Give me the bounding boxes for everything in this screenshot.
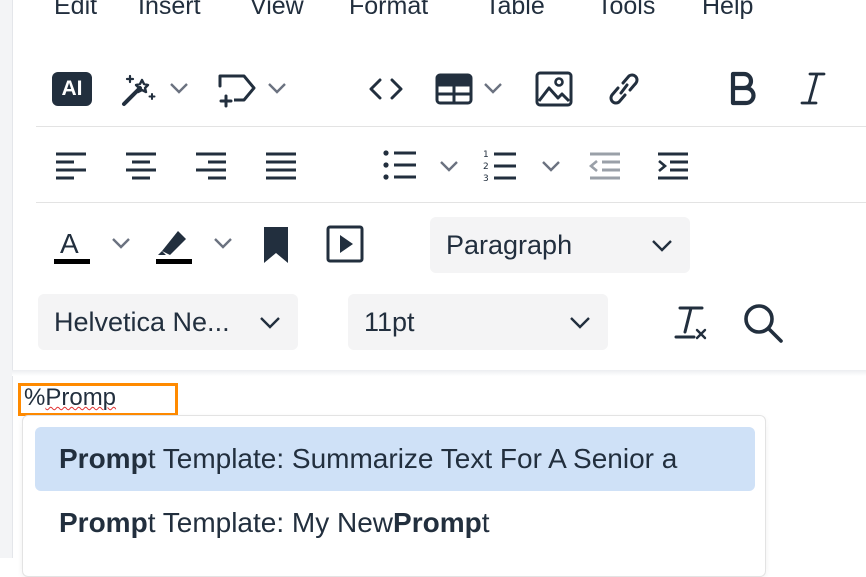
match-highlight: Promp	[59, 443, 148, 474]
font-size-value: 11pt	[364, 306, 415, 337]
chevron-down-icon	[652, 240, 672, 252]
chevron-down-icon	[214, 238, 232, 249]
highlight-color-button[interactable]	[154, 223, 194, 265]
autocomplete-menu: Promp t Template: Summarize Text For A Se…	[22, 415, 766, 577]
chevron-down-icon	[440, 161, 458, 172]
text-color-icon: A	[54, 228, 90, 264]
source-code-button[interactable]	[368, 74, 404, 104]
insert-template-button[interactable]	[216, 72, 258, 108]
menu-table[interactable]: Table	[485, 0, 545, 21]
numbered-list-dropdown[interactable]	[540, 156, 562, 176]
chevron-down-icon	[170, 83, 188, 94]
ai-assistant-button[interactable]: AI	[52, 72, 92, 106]
menu-tools[interactable]: Tools	[597, 0, 655, 21]
autocomplete-item[interactable]: Promp t Template: My New Promp t	[35, 491, 755, 555]
align-center-icon	[126, 152, 156, 180]
toolbar-row-2: 1 2 3	[36, 128, 866, 203]
toolbar-row-3: A Paragraph	[36, 205, 866, 279]
bookmark-icon	[264, 227, 288, 263]
bold-button[interactable]	[728, 70, 758, 106]
bullet-list-dropdown[interactable]	[438, 156, 460, 176]
font-size-select[interactable]: 11pt	[348, 294, 608, 350]
font-family-value: Helvetica Ne...	[54, 306, 230, 337]
chevron-down-icon	[268, 83, 286, 94]
autocomplete-item-text: t Template: My New	[147, 507, 394, 538]
align-right-button[interactable]	[194, 150, 228, 182]
search-button[interactable]	[742, 302, 784, 344]
link-icon	[609, 73, 639, 105]
match-highlight: Promp	[393, 507, 482, 538]
increase-indent-button[interactable]	[656, 150, 690, 182]
match-highlight: Promp	[59, 507, 148, 538]
magic-wand-dropdown[interactable]	[168, 78, 190, 98]
chevron-down-icon	[542, 161, 560, 172]
menu-edit[interactable]: Edit	[54, 0, 97, 21]
insert-link-button[interactable]	[604, 70, 644, 108]
block-format-value: Paragraph	[446, 229, 573, 260]
numbered-list-button[interactable]: 1 2 3	[482, 148, 518, 184]
numbered-list-icon: 1 2 3	[483, 150, 516, 184]
magic-wand-button[interactable]	[120, 70, 160, 108]
indent-icon	[658, 152, 688, 180]
italic-button[interactable]	[798, 70, 828, 106]
chevron-down-icon	[112, 238, 130, 249]
autocomplete-item[interactable]: Promp t Template: Summarize Text For A Se…	[35, 427, 755, 491]
justify-button[interactable]	[264, 150, 298, 182]
align-left-icon	[56, 152, 86, 180]
menu-insert[interactable]: Insert	[138, 0, 201, 21]
svg-text:3: 3	[483, 174, 489, 184]
clear-formatting-icon	[674, 306, 707, 340]
chevron-down-icon	[484, 83, 502, 94]
menu-format[interactable]: Format	[349, 0, 428, 21]
ai-icon: AI	[52, 72, 92, 106]
typed-text-highlight	[18, 383, 178, 416]
align-center-button[interactable]	[124, 150, 158, 182]
search-icon	[744, 304, 783, 343]
image-icon	[535, 71, 573, 107]
table-dropdown[interactable]	[482, 78, 504, 98]
insert-media-button[interactable]	[326, 225, 364, 263]
template-dropdown[interactable]	[266, 78, 288, 98]
magic-wand-icon	[122, 74, 156, 106]
svg-text:2: 2	[483, 162, 489, 172]
menu-view[interactable]: View	[250, 0, 304, 21]
table-button[interactable]	[434, 72, 474, 106]
text-color-button[interactable]: A	[52, 223, 92, 265]
autocomplete-item-text: t	[481, 507, 490, 538]
highlighter-icon	[156, 231, 192, 264]
font-family-select[interactable]: Helvetica Ne...	[38, 294, 298, 350]
outdent-icon	[588, 152, 620, 180]
toolbar-row-1: AI	[36, 52, 866, 127]
bullet-list-icon	[383, 150, 416, 180]
justify-icon	[266, 152, 296, 180]
highlight-color-dropdown[interactable]	[212, 233, 234, 253]
decrease-indent-button[interactable]	[588, 150, 622, 182]
svg-text:1: 1	[483, 150, 489, 160]
toolbar-bottom-shadow	[12, 370, 866, 376]
media-play-icon	[326, 225, 364, 263]
italic-icon	[800, 72, 826, 105]
text-color-dropdown[interactable]	[110, 233, 132, 253]
bullet-list-button[interactable]	[382, 148, 418, 182]
bold-icon	[730, 71, 756, 106]
clear-formatting-button[interactable]	[672, 304, 710, 342]
menu-help[interactable]: Help	[702, 0, 753, 21]
block-format-select[interactable]: Paragraph	[430, 217, 690, 273]
chevron-down-icon	[260, 317, 280, 329]
align-right-icon	[196, 152, 226, 180]
bookmark-button[interactable]	[262, 225, 290, 265]
toolbar-row-4: Helvetica Ne... 11pt	[36, 282, 866, 356]
chevron-down-icon	[570, 317, 590, 329]
insert-image-button[interactable]	[534, 70, 574, 108]
table-icon	[435, 73, 473, 105]
svg-text:A: A	[60, 228, 79, 259]
autocomplete-item-text: t Template: Summarize Text For A Senior …	[147, 443, 678, 474]
code-icon	[369, 78, 403, 100]
align-left-button[interactable]	[54, 150, 88, 182]
editor-left-border	[0, 0, 13, 558]
template-tag-icon	[218, 74, 256, 108]
